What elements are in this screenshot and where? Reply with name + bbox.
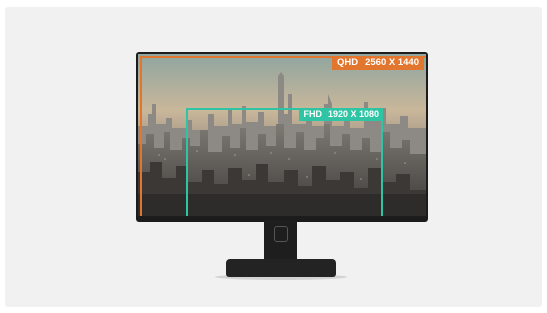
qhd-resolution: 2560 X 1440 — [365, 57, 419, 68]
monitor-stand-base — [226, 259, 336, 277]
monitor-stand-neck — [264, 220, 297, 263]
city-skyline-photo — [138, 54, 426, 216]
monitor-screen: QHD 2560 X 1440 FHD 1920 X 1080 — [138, 54, 426, 216]
qhd-label: QHD — [336, 57, 359, 68]
monitor: QHD 2560 X 1440 FHD 1920 X 1080 — [136, 52, 428, 222]
cable-management-slot — [274, 226, 288, 242]
qhd-badge: QHD 2560 X 1440 — [331, 56, 424, 70]
